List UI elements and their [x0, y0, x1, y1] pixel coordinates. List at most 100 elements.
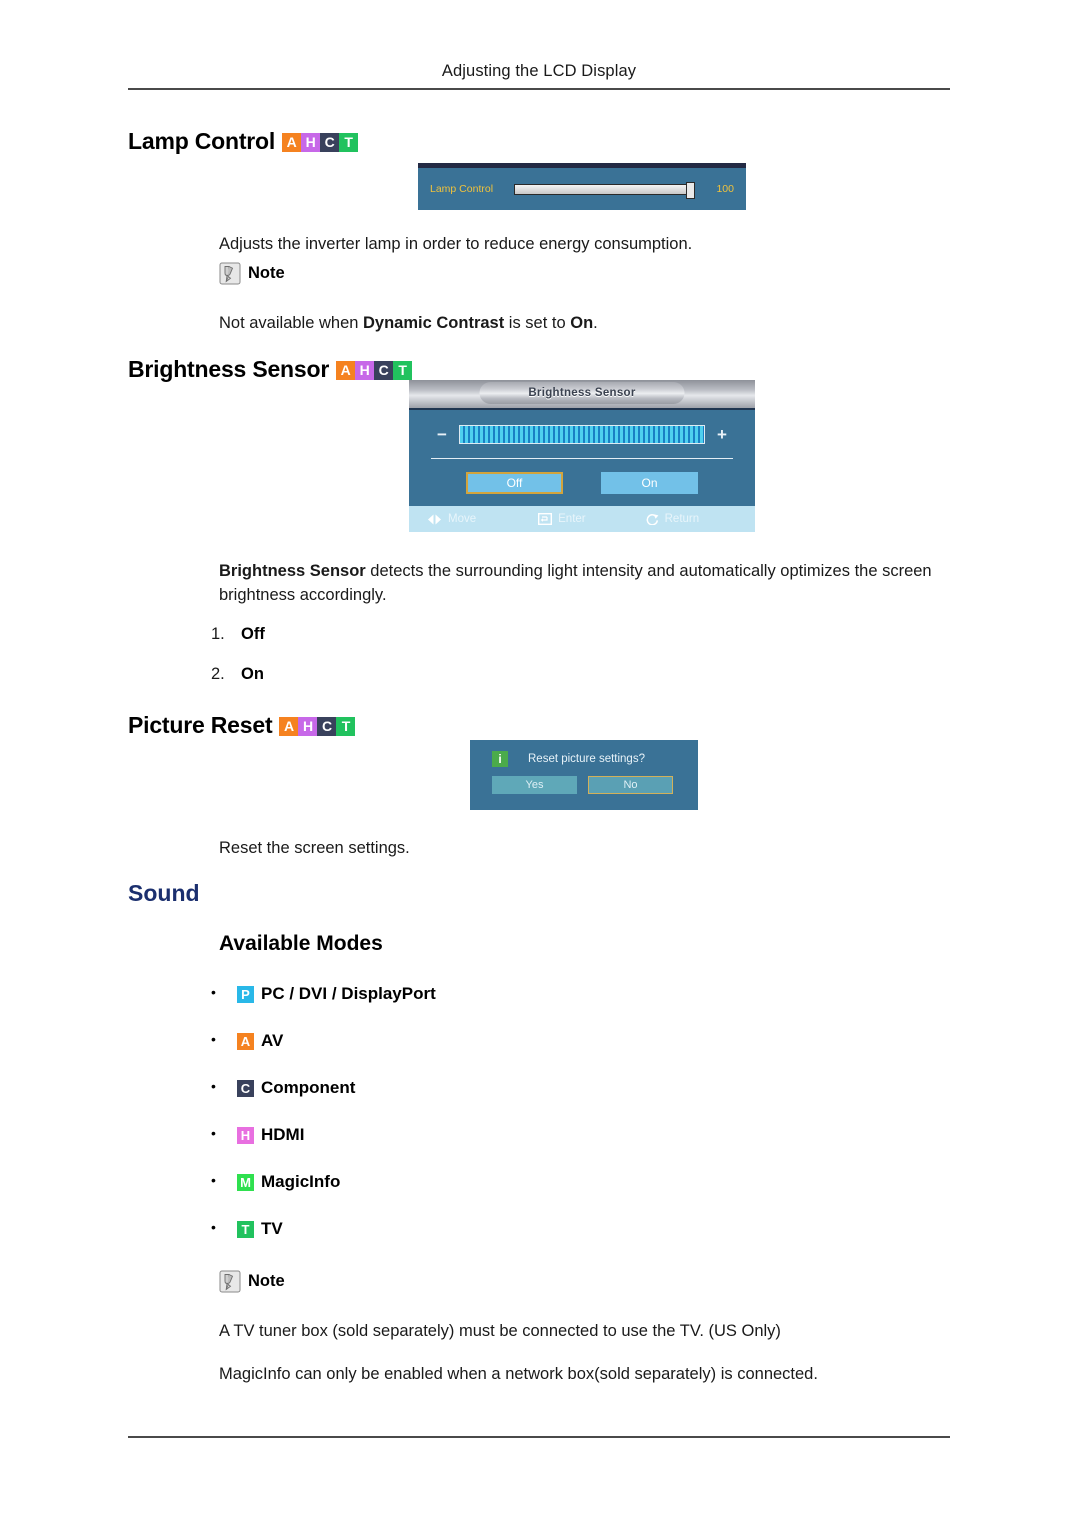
mode-badges-lamp-control: AHCT: [282, 132, 359, 152]
list-item-number: 1.: [211, 625, 225, 643]
header-divider: [128, 88, 950, 90]
osd-brightness-sensor-panel: Brightness Sensor − + Off On Move Enter …: [409, 380, 755, 532]
list-item: • P PC / DVI / DisplayPort: [211, 980, 436, 1008]
document-page: Adjusting the LCD Display Lamp Control A H…: [0, 0, 1080, 1527]
bullet-icon: •: [211, 1031, 216, 1047]
brightness-sensor-term: Brightness Sensor: [219, 562, 366, 580]
move-arrows-icon: [428, 514, 441, 524]
osd-button-on[interactable]: On: [601, 472, 698, 494]
heading-available-modes: Available Modes: [219, 932, 383, 955]
heading-lamp-control: Lamp Control A H C T: [128, 128, 359, 155]
badge-component-icon: C: [237, 1079, 254, 1097]
osd-picture-reset-prompt-row: i Reset picture settings?: [470, 740, 698, 767]
osd-hint-move-label: Move: [448, 513, 477, 525]
badge-hdmi-icon: H: [355, 360, 375, 380]
return-arrow-icon: [646, 514, 659, 525]
osd-plus-icon[interactable]: +: [711, 426, 733, 443]
osd-brightness-sensor-title-pill: Brightness Sensor: [479, 382, 685, 404]
badge-letter: C: [237, 1079, 254, 1097]
osd-picture-reset-dialog: i Reset picture settings? Yes No: [470, 740, 698, 810]
osd-button-no[interactable]: No: [588, 776, 673, 794]
badge-av-icon: A: [336, 360, 356, 380]
page-header: Adjusting the LCD Display: [128, 62, 950, 81]
osd-hint-move: Move: [427, 513, 476, 525]
list-item-label: On: [241, 665, 264, 683]
note-text-post: .: [593, 314, 598, 332]
list-item-number: 2.: [211, 665, 225, 683]
note-block-sound: Note: [219, 1270, 285, 1293]
osd-lamp-control-slider[interactable]: [514, 181, 695, 199]
note-text-dynamic-contrast: Dynamic Contrast: [363, 314, 505, 332]
sound-note-line-2: MagicInfo can only be enabled when a net…: [219, 1365, 818, 1383]
osd-picture-reset-prompt: Reset picture settings?: [528, 753, 645, 765]
badge-hdmi-icon: H: [301, 132, 321, 152]
bullet-icon: •: [211, 1125, 216, 1141]
osd-brightness-sensor-titlebar: Brightness Sensor: [409, 380, 755, 410]
available-modes-list: • P PC / DVI / DisplayPort • A AV • C Co…: [211, 980, 436, 1262]
mode-badges-picture-reset: AHCT: [279, 716, 356, 736]
badge-component-icon: C: [320, 132, 340, 152]
badge-tv-icon: T: [237, 1220, 254, 1238]
osd-hint-return: Return: [646, 513, 700, 525]
badge-letter: P: [237, 985, 254, 1003]
note-pencil-icon: [219, 1270, 241, 1293]
badge-hdmi-icon: H: [237, 1126, 254, 1144]
osd-brightness-sensor-title: Brightness Sensor: [528, 387, 636, 399]
osd-lamp-control-row: Lamp Control 100: [418, 168, 746, 210]
lamp-control-note-text: Not available when Dynamic Contrast is s…: [219, 312, 939, 336]
badge-letter: H: [237, 1126, 254, 1144]
osd-lamp-control-value: 100: [716, 183, 734, 195]
badge-magicinfo-icon: M: [237, 1173, 254, 1191]
mode-badges-brightness-sensor: AHCT: [336, 360, 413, 380]
osd-brightness-sensor-level-bar[interactable]: [459, 425, 705, 444]
heading-sound: Sound: [128, 880, 200, 906]
mode-label: PC / DVI / DisplayPort: [261, 984, 436, 1003]
bullet-icon: •: [211, 984, 216, 1000]
brightness-sensor-description: Brightness Sensor detects the surroundin…: [219, 560, 952, 608]
list-item: • H HDMI: [211, 1121, 436, 1149]
list-item: 2. On: [211, 665, 265, 684]
list-item: • T TV: [211, 1215, 436, 1243]
note-text-pre: Not available when: [219, 314, 364, 332]
osd-minus-icon[interactable]: −: [431, 426, 453, 443]
badge-component-icon: C: [374, 360, 394, 380]
badge-tv-icon: T: [339, 132, 359, 152]
note-label-sound: Note: [248, 1272, 285, 1290]
heading-picture-reset-text: Picture Reset: [128, 712, 273, 738]
badge-tv-icon: T: [336, 716, 356, 736]
bullet-icon: •: [211, 1078, 216, 1094]
osd-hint-enter-label: Enter: [558, 513, 586, 525]
osd-brightness-sensor-hintbar: Move Enter Return: [409, 506, 755, 532]
list-item: • A AV: [211, 1027, 436, 1055]
lamp-control-description: Adjusts the inverter lamp in order to re…: [219, 235, 693, 253]
enter-key-icon: [538, 513, 553, 525]
badge-letter: T: [237, 1220, 254, 1238]
note-block-lamp-control: Note: [219, 262, 285, 285]
note-label-lamp-control: Note: [248, 264, 285, 282]
badge-letter: M: [237, 1173, 254, 1191]
osd-hint-return-label: Return: [664, 513, 700, 525]
badge-av-icon: A: [282, 132, 302, 152]
note-pencil-icon: [219, 262, 241, 285]
heading-lamp-control-text: Lamp Control: [128, 128, 276, 154]
osd-brightness-sensor-buttons: Off On: [409, 459, 755, 494]
note-text-mid: is set to: [504, 314, 571, 332]
list-item: 1. Off: [211, 625, 265, 644]
header-title: Adjusting the LCD Display: [441, 62, 637, 80]
mode-label: MagicInfo: [261, 1172, 341, 1191]
osd-lamp-control-panel: Lamp Control 100: [418, 163, 746, 210]
badge-hdmi-icon: H: [298, 716, 318, 736]
list-item-label: Off: [241, 625, 265, 643]
mode-label: TV: [261, 1219, 283, 1238]
osd-lamp-control-slider-handle[interactable]: [686, 181, 695, 199]
osd-hint-enter: Enter: [538, 513, 586, 525]
mode-label: Component: [261, 1078, 356, 1097]
osd-button-yes[interactable]: Yes: [492, 776, 577, 794]
badge-av-icon: A: [279, 716, 299, 736]
badge-tv-icon: T: [393, 360, 413, 380]
list-item: • M MagicInfo: [211, 1168, 436, 1196]
osd-button-off[interactable]: Off: [466, 472, 563, 494]
osd-brightness-sensor-slider-row: − +: [409, 410, 755, 444]
badge-pc-icon: P: [237, 985, 254, 1003]
mode-label: HDMI: [261, 1125, 305, 1144]
